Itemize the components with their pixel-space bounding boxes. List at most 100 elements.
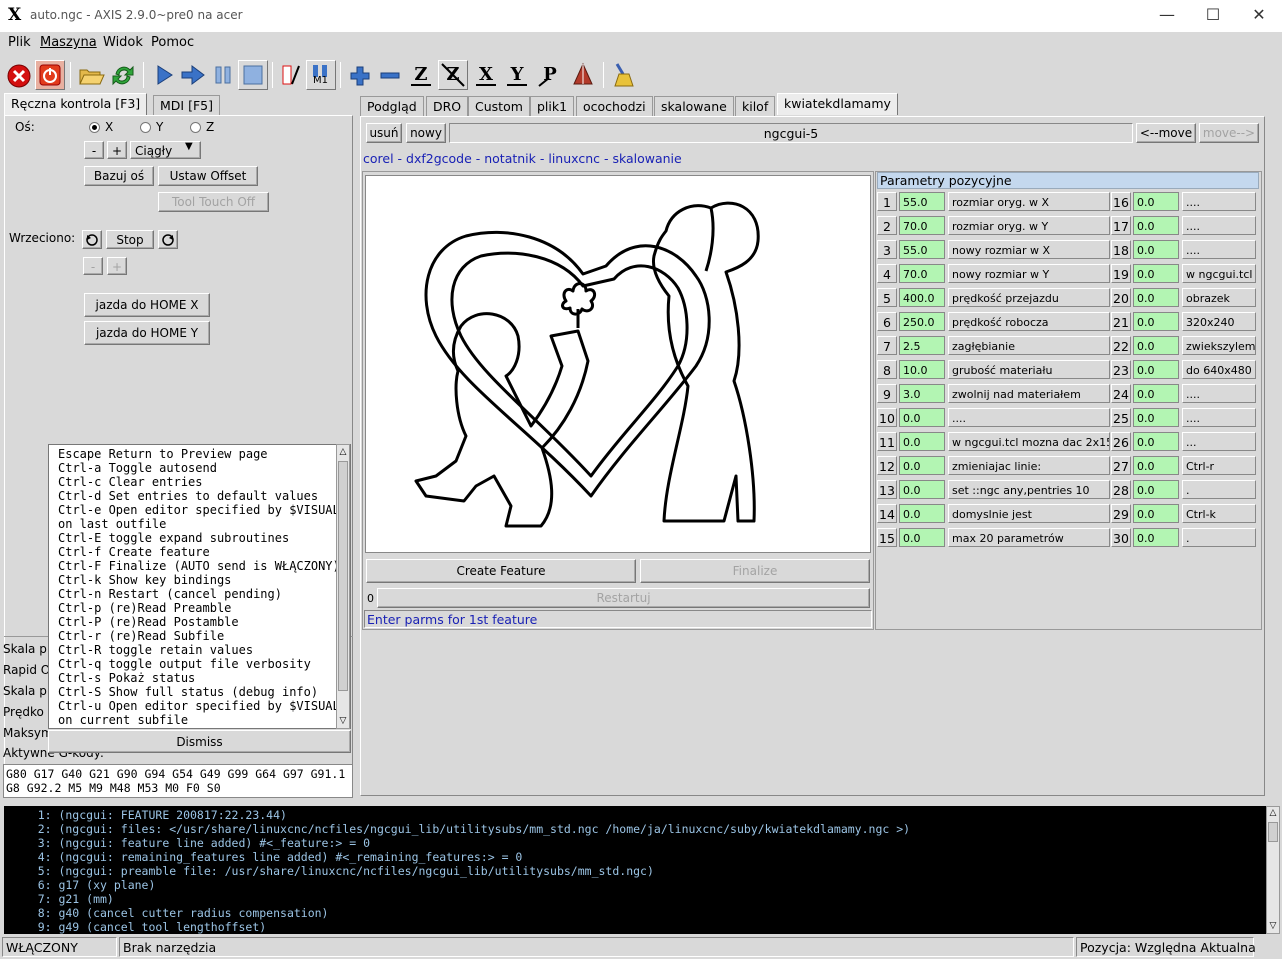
param-value-input[interactable]: 0.0 [1133, 240, 1179, 259]
spindle-faster-button[interactable]: + [107, 257, 127, 275]
axis-x-radio[interactable] [89, 122, 100, 133]
run-icon[interactable] [149, 60, 179, 90]
move-right-button[interactable]: move--> [1199, 123, 1259, 143]
spindle-stop-button[interactable]: Stop [106, 230, 154, 249]
param-value-input[interactable]: 70.0 [899, 264, 945, 283]
tab-dro[interactable]: DRO [426, 96, 469, 116]
jog-plus-button[interactable]: + [107, 141, 127, 159]
toggle-tool-icon[interactable] [568, 60, 598, 90]
param-value-input[interactable]: 0.0 [1133, 336, 1179, 355]
scroll-down-icon[interactable]: ▽ [337, 714, 349, 728]
axis-z-radio[interactable] [190, 122, 201, 133]
home-axis-button[interactable]: Bazuj oś [84, 166, 154, 186]
remove-button[interactable]: usuń [366, 123, 402, 143]
dismiss-button[interactable]: Dismiss [48, 730, 351, 753]
tab-mdi[interactable]: MDI [F5] [153, 95, 220, 115]
axis-y-radio[interactable] [140, 122, 151, 133]
param-value-input[interactable]: 0.0 [1133, 480, 1179, 499]
tab-kwiatekdlamamy[interactable]: kwiatekdlamamy [777, 93, 898, 115]
finalize-button[interactable]: Finalize [640, 559, 870, 583]
view-x-icon[interactable]: X [471, 60, 501, 90]
jog-minus-button[interactable]: - [84, 141, 104, 159]
menu-plik[interactable]: Plik [8, 35, 31, 50]
estop-icon[interactable] [4, 60, 34, 90]
stop-icon[interactable] [238, 60, 268, 90]
scroll-up-icon[interactable]: △ [337, 445, 349, 459]
param-value-input[interactable]: 0.0 [1133, 504, 1179, 523]
scroll-thumb[interactable] [338, 461, 348, 691]
tab-skalowane[interactable]: skalowane [654, 96, 734, 116]
console-scroll-down-icon[interactable]: ▽ [1267, 920, 1279, 933]
view-p-icon[interactable]: P [535, 60, 565, 90]
zoom-in-icon[interactable] [345, 60, 375, 90]
param-value-input[interactable]: 250.0 [899, 312, 945, 331]
param-value-input[interactable]: 0.0 [899, 480, 945, 499]
optional-stop-icon[interactable]: M1 [306, 60, 336, 90]
minimize-button[interactable]: — [1144, 0, 1190, 32]
spindle-cw-button[interactable] [158, 230, 178, 249]
reload-icon[interactable] [108, 60, 138, 90]
param-value-input[interactable]: 0.0 [1133, 288, 1179, 307]
param-value-input[interactable]: 0.0 [1133, 408, 1179, 427]
jog-mode-select[interactable]: Ciągły ▼ [130, 141, 201, 159]
spindle-slower-button[interactable]: - [83, 257, 103, 275]
open-file-icon[interactable] [76, 60, 106, 90]
key-binding-line: Ctrl-p (re)Read Preamble [58, 601, 232, 615]
param-value-input[interactable]: 70.0 [899, 216, 945, 235]
param-value-input[interactable]: 0.0 [1133, 528, 1179, 547]
new-button[interactable]: nowy [406, 123, 446, 143]
tab-custom[interactable]: Custom [468, 96, 530, 116]
param-value-input[interactable]: 0.0 [1133, 312, 1179, 331]
close-window-button[interactable]: ✕ [1236, 0, 1282, 32]
param-value-input[interactable]: 0.0 [899, 456, 945, 475]
menu-pomoc[interactable]: Pomoc [151, 35, 194, 50]
param-value-input[interactable]: 0.0 [1133, 432, 1179, 451]
tab-manual-control[interactable]: Ręczna kontrola [F3] [4, 93, 148, 115]
param-value-input[interactable]: 0.0 [899, 408, 945, 427]
param-value-input[interactable]: 0.0 [899, 504, 945, 523]
zoom-out-icon[interactable] [375, 60, 405, 90]
menu-maszyna[interactable]: Maszyna [40, 35, 97, 50]
home-y-button[interactable]: jazda do HOME Y [84, 321, 210, 345]
param-value-input[interactable]: 400.0 [899, 288, 945, 307]
console-scroll-thumb[interactable] [1268, 822, 1278, 842]
param-value-input[interactable]: 55.0 [899, 192, 945, 211]
tool-touch-off-button[interactable]: Tool Touch Off [158, 192, 269, 212]
view-y-icon[interactable]: Y [502, 60, 532, 90]
optional-block-icon[interactable] [277, 60, 307, 90]
spindle-ccw-button[interactable] [82, 230, 102, 249]
restart-button[interactable]: Restartuj [377, 588, 870, 608]
param-value-input[interactable]: 0.0 [1133, 384, 1179, 403]
menu-widok[interactable]: Widok [103, 35, 143, 50]
param-value-input[interactable]: 0.0 [1133, 192, 1179, 211]
step-icon[interactable] [178, 60, 208, 90]
popup-scrollbar[interactable]: △ ▽ [336, 444, 350, 729]
view-rotated-z-icon[interactable]: Z [438, 60, 468, 90]
tab-kilof[interactable]: kilof [735, 96, 776, 116]
power-icon[interactable] [35, 60, 65, 90]
param-value-input[interactable]: 0.0 [1133, 456, 1179, 475]
tab-podglad[interactable]: Podgląd [360, 96, 424, 116]
console-scroll-up-icon[interactable]: △ [1267, 807, 1279, 820]
create-feature-button[interactable]: Create Feature [366, 559, 636, 583]
tab-ocochodzi[interactable]: ocochodzi [576, 96, 653, 116]
param-value-input[interactable]: 0.0 [1133, 360, 1179, 379]
param-number: 3 [877, 240, 897, 259]
pause-icon[interactable] [208, 60, 238, 90]
clear-plot-icon[interactable] [609, 60, 639, 90]
param-value-input[interactable]: 2.5 [899, 336, 945, 355]
param-value-input[interactable]: 0.0 [899, 432, 945, 451]
set-offset-button[interactable]: Ustaw Offset [158, 166, 258, 186]
tab-plik1[interactable]: plik1 [530, 96, 575, 116]
param-value-input[interactable]: 10.0 [899, 360, 945, 379]
param-value-input[interactable]: 55.0 [899, 240, 945, 259]
move-left-button[interactable]: <--move [1136, 123, 1196, 143]
param-value-input[interactable]: 0.0 [899, 528, 945, 547]
param-value-input[interactable]: 3.0 [899, 384, 945, 403]
home-x-button[interactable]: jazda do HOME X [84, 293, 210, 317]
maximize-button[interactable]: ☐ [1190, 0, 1236, 32]
view-z-icon[interactable]: Z [406, 60, 436, 90]
console-scrollbar[interactable]: △ ▽ [1266, 806, 1280, 934]
param-value-input[interactable]: 0.0 [1133, 264, 1179, 283]
param-value-input[interactable]: 0.0 [1133, 216, 1179, 235]
